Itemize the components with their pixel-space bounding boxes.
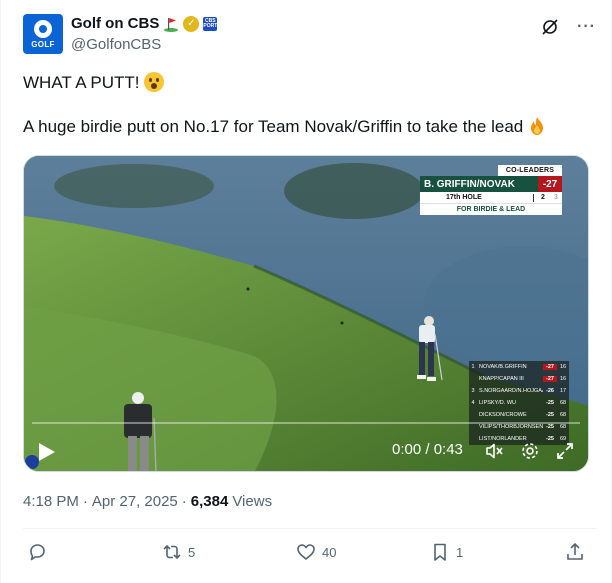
display-name[interactable]: Golf on CBS — [71, 15, 159, 32]
meta-separator-2: · — [181, 493, 187, 510]
share-button[interactable] — [565, 540, 585, 564]
tweet-line-1: WHAT A PUTT! — [23, 72, 592, 94]
tweet-line-2-text: A huge birdie putt on No.17 for Team Nov… — [23, 117, 524, 136]
reply-button[interactable] — [27, 540, 53, 564]
cbs-eye-logo — [34, 20, 52, 38]
views-label: Views — [232, 493, 273, 510]
leaderboard-row: 4 LIPSKY/D. WU -25 68 — [469, 397, 569, 409]
verified-icon[interactable]: ✓ — [183, 15, 200, 32]
volume-icon[interactable] — [484, 441, 504, 461]
fire-icon — [527, 116, 547, 136]
leaderboard-thru: 68 — [559, 423, 567, 430]
leaderboard-row: KNAPP/CAPAN III -27 16 — [469, 373, 569, 385]
leaderboard-name: S.NORGAARD/N.HOJGAARD — [479, 387, 543, 394]
divider — [23, 528, 596, 529]
leaderboard-pos: 3 — [471, 387, 475, 394]
fullscreen-icon[interactable] — [556, 442, 574, 460]
like-count: 40 — [322, 544, 337, 560]
team-score: -27 — [538, 176, 562, 192]
bookmark-icon — [434, 543, 446, 561]
meta-separator: · — [82, 493, 88, 510]
repost-button[interactable]: 5 — [162, 540, 195, 564]
graphic-header: CO-LEADERS — [498, 165, 562, 176]
avatar[interactable]: GOLF — [23, 14, 63, 54]
avatar-text: GOLF — [31, 40, 55, 49]
views-count: 6,384 — [190, 493, 229, 510]
play-icon[interactable] — [34, 440, 58, 464]
leaderboard-score: -27 — [543, 375, 557, 382]
hole-label: 17th HOLE — [446, 194, 482, 201]
left-border — [0, 0, 1, 583]
tweet-meta: 4:18 PM · Apr 27, 2025 · 6,384 Views — [23, 493, 272, 510]
leaderboard-score: -25 — [546, 399, 554, 406]
more-icon[interactable]: ··· — [577, 18, 596, 36]
leaderboard: 1 NOVAK/B.GRIFFIN -27 16 KNAPP/CAPAN III -27 1… — [469, 361, 569, 445]
tweet-time[interactable]: 4:18 PM — [23, 493, 79, 510]
bookmark-button[interactable]: 1 — [430, 540, 463, 564]
leaderboard-row: 3 S.NORGAARD/N.HOJGAARD-26 17 — [469, 385, 569, 397]
shot-next: 3 — [554, 194, 558, 201]
leaderboard-pos: 1 — [471, 363, 475, 370]
leaderboard-row: 1 NOVAK/B.GRIFFIN -27 16 — [469, 361, 569, 373]
reply-icon — [30, 544, 45, 561]
progress-track[interactable] — [32, 422, 580, 424]
repost-count: 5 — [188, 544, 196, 560]
bookmark-count: 1 — [456, 544, 464, 560]
leaderboard-name: LIPSKY/D. WU — [479, 399, 516, 406]
video-time: 0:00 / 0:43 — [392, 441, 463, 458]
leaderboard-pos: 4 — [471, 399, 475, 406]
action-bar: 5 40 1 — [23, 540, 592, 564]
name-row: Golf on CBS ✓ CBS SPORTS — [71, 15, 221, 32]
leaderboard-score: -26 — [546, 387, 554, 394]
repost-icon — [163, 544, 181, 560]
hole-separator — [533, 193, 534, 202]
affiliate-badge-text: CBS SPORTS — [200, 17, 221, 29]
leaderboard-name: NOVAK/B.GRIFFIN — [479, 363, 527, 370]
leaderboard-thru: 17 — [559, 387, 567, 394]
leaderboard-score: -25 — [546, 411, 554, 418]
leaderboard-thru: 16 — [559, 375, 567, 382]
leaderboard-score: -25 — [546, 435, 554, 442]
astonished-face-icon — [143, 72, 164, 92]
top-actions: ··· — [541, 18, 596, 36]
leaderboard-row: DICKSON/CROWE -25 68 — [469, 409, 569, 421]
grok-icon[interactable] — [541, 18, 559, 36]
affiliate-badge[interactable]: CBS SPORTS — [200, 16, 221, 31]
leaderboard-name: VILIPS/THORBJORNSEN — [479, 423, 543, 430]
leaderboard-thru: 68 — [559, 411, 567, 418]
leaderboard-thru: 69 — [559, 435, 567, 442]
video-player[interactable]: CO-LEADERS B. GRIFFIN/NOVAK -27 17th HOL… — [23, 155, 589, 472]
tweet-line-2: A huge birdie putt on No.17 for Team Nov… — [23, 116, 592, 138]
team-bar: B. GRIFFIN/NOVAK -27 — [420, 176, 562, 192]
score-graphic: CO-LEADERS B. GRIFFIN/NOVAK -27 17th HOL… — [420, 165, 562, 215]
team-name: B. GRIFFIN/NOVAK — [420, 176, 538, 192]
leaderboard-thru: 68 — [559, 399, 567, 406]
tweet-text: WHAT A PUTT! A huge birdie putt on No.17… — [23, 72, 592, 138]
share-icon — [567, 542, 583, 560]
leaderboard-thru: 16 — [559, 363, 567, 370]
leaderboard-score: -27 — [543, 363, 557, 370]
shot-current: 2 — [541, 194, 545, 201]
leaderboard-name: DICKSON/CROWE — [479, 411, 527, 418]
hole-row: 17th HOLE 2 3 — [420, 192, 562, 203]
handle[interactable]: @GolfonCBS — [71, 36, 161, 53]
tweet-line-1-text: WHAT A PUTT! — [23, 73, 140, 92]
leaderboard-score: -25 — [546, 423, 554, 430]
like-icon — [297, 544, 315, 560]
tweet-date[interactable]: Apr 27, 2025 — [92, 493, 178, 510]
leaderboard-name: KNAPP/CAPAN III — [479, 375, 524, 382]
birdie-caption: FOR BIRDIE & LEAD — [420, 203, 562, 215]
golf-flag-icon — [163, 16, 179, 32]
settings-icon[interactable] — [520, 441, 540, 461]
tweet-header: GOLF Golf on CBS ✓ CBS SPORTS @GolfonCBS… — [23, 14, 596, 62]
like-button[interactable]: 40 — [296, 540, 336, 564]
